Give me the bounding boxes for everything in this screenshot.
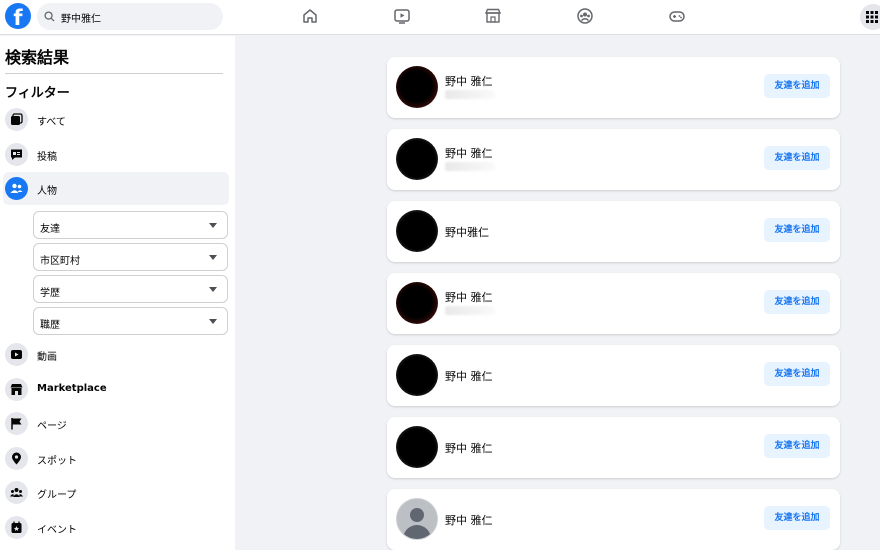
event-icon [11, 521, 22, 533]
add-friend-button[interactable]: 友達を追加 [764, 290, 830, 314]
dropdown-label: 市区町村 [40, 256, 80, 267]
dropdown-label: 学歴 [40, 288, 60, 299]
add-friend-button[interactable]: 友達を追加 [764, 218, 830, 242]
sidebar-item-label: 人物 [37, 186, 57, 197]
search-results-title: 検索結果 [5, 48, 70, 67]
add-friend-button[interactable]: 友達を追加 [764, 74, 830, 98]
sidebar-item-label: Marketplace [37, 383, 107, 394]
watch-icon[interactable] [393, 7, 411, 25]
sidebar-item-posts[interactable]: 投稿 [3, 138, 229, 171]
sidebar-item-groups[interactable]: グループ [3, 476, 229, 509]
sidebar-item-label: ページ [37, 421, 67, 432]
result-card[interactable]: 野中 雅仁 友達を追加 [387, 417, 840, 478]
avatar[interactable] [396, 210, 438, 252]
grid-menu-button[interactable] [860, 4, 880, 30]
avatar[interactable] [396, 354, 438, 396]
result-subtitle-blurred [445, 162, 495, 171]
dropdown-label: 職歴 [40, 320, 60, 331]
filter-work-dropdown[interactable]: 職歴 [33, 307, 228, 335]
video-icon [11, 350, 22, 359]
result-subtitle-blurred [445, 90, 495, 99]
gaming-icon[interactable] [668, 7, 686, 25]
sidebar-item-pages[interactable]: ページ [3, 407, 229, 440]
sidebar-item-label: グループ [37, 490, 77, 501]
grid-menu-icon [866, 11, 878, 23]
avatar[interactable] [396, 282, 438, 324]
add-friend-button[interactable]: 友達を追加 [764, 146, 830, 170]
add-friend-button[interactable]: 友達を追加 [764, 362, 830, 386]
home-icon[interactable] [301, 7, 319, 25]
result-subtitle-blurred [445, 306, 495, 315]
groups-icon[interactable] [576, 7, 594, 25]
avatar[interactable] [396, 66, 438, 108]
sidebar-item-people[interactable]: 人物 [3, 172, 229, 205]
result-name[interactable]: 野中雅仁 [445, 224, 489, 240]
result-name[interactable]: 野中 雅仁 [445, 440, 493, 456]
sidebar-item-label: イベント [37, 525, 77, 536]
result-name[interactable]: 野中 雅仁 [445, 145, 493, 161]
sidebar-item-label: 投稿 [37, 152, 57, 163]
caret-down-icon [209, 287, 217, 292]
sidebar-item-label: すべて [37, 117, 66, 128]
location-icon [12, 452, 21, 465]
default-avatar-icon[interactable] [396, 498, 438, 540]
all-results-icon [11, 113, 23, 125]
dropdown-label: 友達 [40, 224, 60, 235]
search-input[interactable]: 野中雅仁 [37, 3, 223, 30]
people-icon [10, 183, 23, 193]
result-name[interactable]: 野中 雅仁 [445, 73, 493, 89]
avatar[interactable] [396, 138, 438, 180]
result-name[interactable]: 野中 雅仁 [445, 512, 493, 528]
add-friend-button[interactable]: 友達を追加 [764, 506, 830, 530]
result-card[interactable]: 野中 雅仁 友達を追加 [387, 57, 840, 118]
top-navigation-bar: f 野中雅仁 [0, 0, 880, 35]
result-card[interactable]: 野中 雅仁 友達を追加 [387, 273, 840, 334]
add-friend-button[interactable]: 友達を追加 [764, 434, 830, 458]
sidebar-item-videos[interactable]: 動画 [3, 338, 229, 371]
sidebar-item-events[interactable]: イベント [3, 511, 229, 544]
sidebar-item-all[interactable]: すべて [3, 103, 229, 136]
groups-icon [10, 488, 23, 497]
flag-icon [11, 418, 22, 430]
sidebar-item-places[interactable]: スポット [3, 442, 229, 475]
filters-heading: フィルター [5, 86, 70, 101]
result-card[interactable]: 野中 雅仁 友達を追加 [387, 129, 840, 190]
result-card[interactable]: 野中 雅仁 友達を追加 [387, 489, 840, 550]
avatar[interactable] [396, 426, 438, 468]
sidebar-item-label: 動画 [37, 352, 57, 363]
filter-education-dropdown[interactable]: 学歴 [33, 275, 228, 303]
posts-icon [11, 149, 22, 160]
divider [5, 73, 223, 74]
filter-city-dropdown[interactable]: 市区町村 [33, 243, 228, 271]
result-card[interactable]: 野中 雅仁 友達を追加 [387, 345, 840, 406]
filter-friends-dropdown[interactable]: 友達 [33, 211, 228, 239]
result-card[interactable]: 野中雅仁 友達を追加 [387, 201, 840, 262]
marketplace-icon[interactable] [484, 7, 502, 25]
search-icon [44, 11, 55, 22]
result-name[interactable]: 野中 雅仁 [445, 368, 493, 384]
search-sidebar: 検索結果 フィルター すべて 投稿 人物 友達 市区町村 学歴 職歴 動画 Ma… [0, 36, 235, 550]
caret-down-icon [209, 319, 217, 324]
result-name[interactable]: 野中 雅仁 [445, 289, 493, 305]
search-value: 野中雅仁 [61, 14, 101, 25]
caret-down-icon [209, 223, 217, 228]
marketplace-icon [10, 384, 23, 395]
facebook-logo[interactable]: f [5, 3, 31, 29]
sidebar-item-marketplace[interactable]: Marketplace [3, 373, 229, 406]
sidebar-item-label: スポット [37, 456, 77, 467]
caret-down-icon [209, 255, 217, 260]
